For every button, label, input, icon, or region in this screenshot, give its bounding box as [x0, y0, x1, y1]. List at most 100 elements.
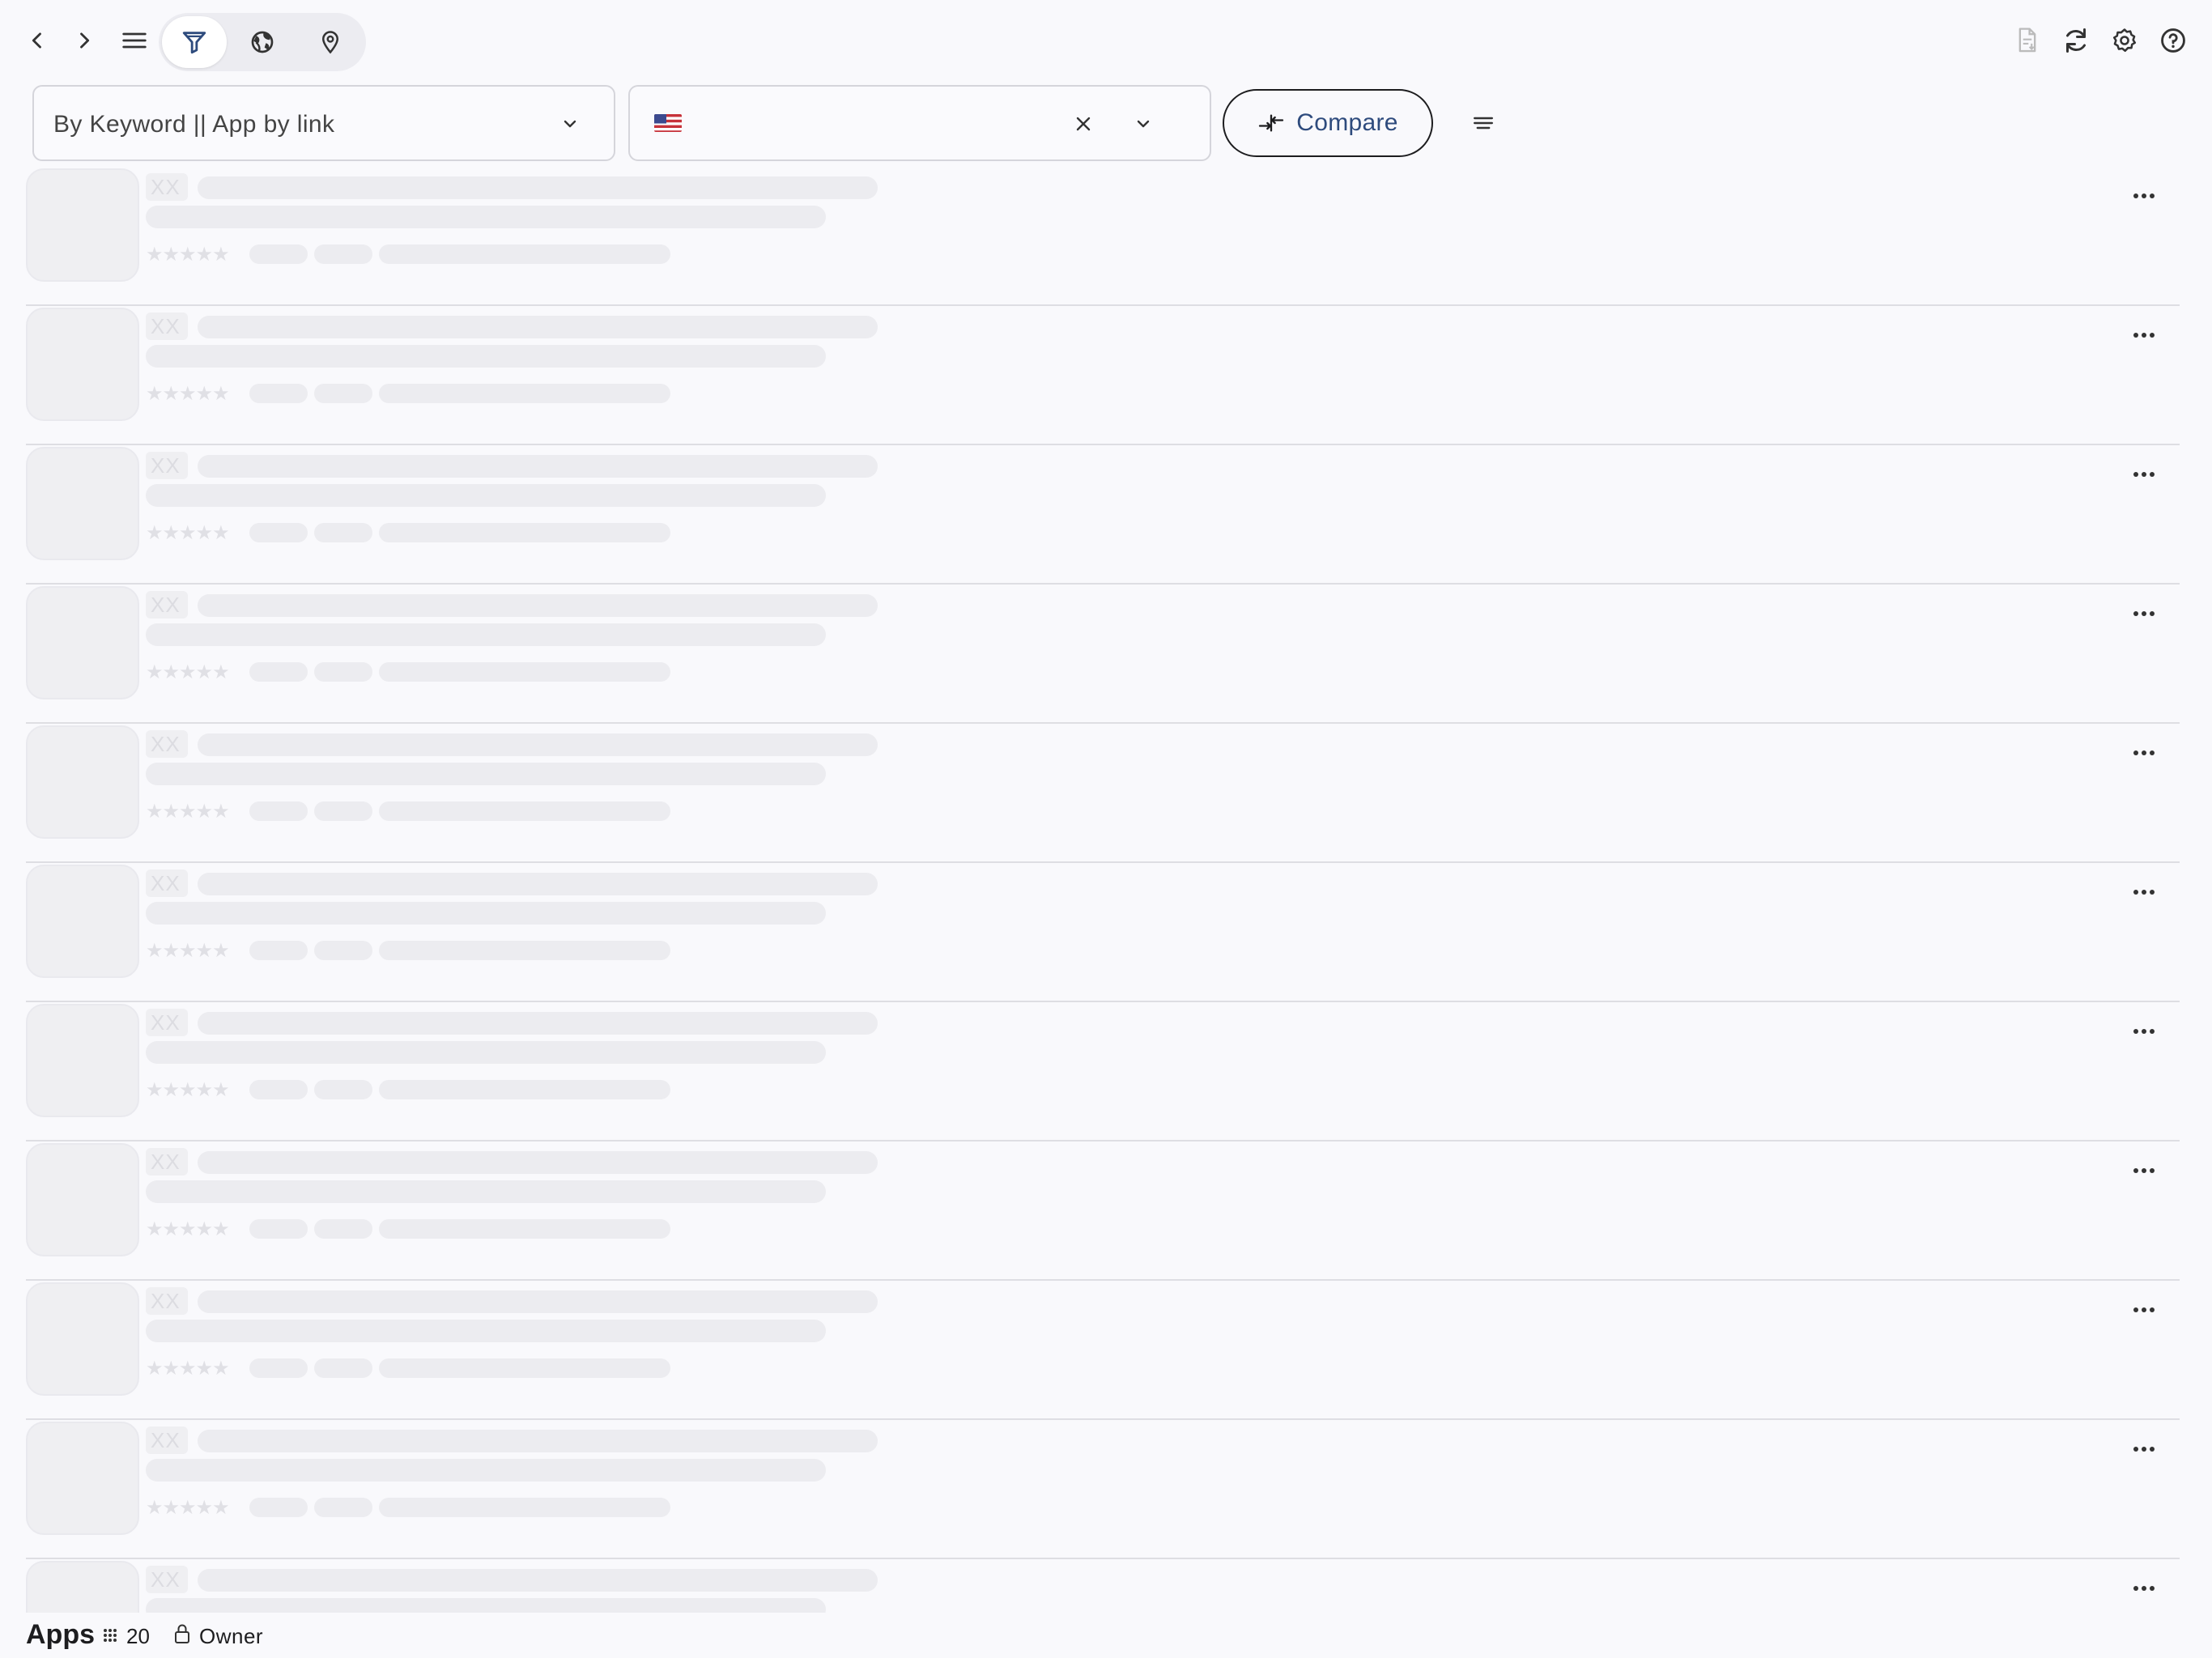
more-options-button[interactable]: [2121, 597, 2167, 630]
menu-button[interactable]: [110, 16, 159, 65]
more-options-button[interactable]: [2121, 1433, 2167, 1465]
more-options-button[interactable]: [2121, 876, 2167, 908]
app-icon-placeholder: [26, 1282, 139, 1396]
country-select[interactable]: [628, 85, 1211, 161]
search-mode-dropdown[interactable]: By Keyword || App by link: [32, 85, 615, 161]
app-icon-placeholder: [26, 308, 139, 421]
meta-placeholder: [249, 1080, 308, 1099]
rating-stars-placeholder: ★★★★★: [146, 801, 230, 823]
refresh-icon: [2066, 28, 2086, 53]
more-options-button[interactable]: [2121, 1294, 2167, 1326]
globe-icon: [251, 31, 274, 53]
list-item[interactable]: XX ★★★★★: [0, 1559, 2212, 1613]
app-title-placeholder: [198, 1569, 878, 1592]
list-item[interactable]: XX ★★★★★: [0, 445, 2212, 585]
more-horizontal-icon: [2133, 750, 2155, 755]
rating-stars-placeholder: ★★★★★: [146, 940, 230, 962]
meta-placeholder: [314, 1219, 372, 1239]
rank-placeholder-text: XX: [151, 175, 181, 199]
app-icon-placeholder: [26, 1004, 139, 1117]
app-title-placeholder: [198, 1430, 878, 1452]
top-toolbar: [0, 0, 2212, 81]
more-horizontal-icon: [2133, 1029, 2155, 1034]
forward-button[interactable]: [60, 16, 108, 65]
chevron-down-icon: [555, 109, 585, 138]
meta-placeholder: [379, 941, 670, 960]
app-title-placeholder: [198, 176, 878, 199]
meta-placeholder: [379, 384, 670, 403]
more-options-button[interactable]: [2121, 1154, 2167, 1187]
rating-stars-placeholder: ★★★★★: [146, 383, 230, 405]
us-flag-icon: [654, 114, 682, 132]
clear-country-button[interactable]: [1066, 106, 1101, 142]
search-mode-label: By Keyword || App by link: [53, 111, 335, 138]
rating-stars-placeholder: ★★★★★: [146, 244, 230, 266]
rank-placeholder-text: XX: [151, 1567, 181, 1592]
more-options-button[interactable]: [2121, 1572, 2167, 1605]
app-icon-placeholder: [26, 1422, 139, 1535]
more-options-button[interactable]: [2121, 458, 2167, 491]
more-options-button[interactable]: [2121, 180, 2167, 212]
chevron-down-icon[interactable]: [1129, 109, 1158, 138]
meta-placeholder: [249, 662, 308, 682]
app-subtitle-placeholder: [146, 763, 826, 785]
more-options-button[interactable]: [2121, 319, 2167, 351]
filter-icon: [182, 32, 206, 54]
app-subtitle-placeholder: [146, 623, 826, 646]
view-mode-switcher: [159, 13, 366, 71]
list-item[interactable]: XX ★★★★★: [0, 306, 2212, 445]
more-horizontal-icon: [2133, 890, 2155, 895]
rank-placeholder-text: XX: [151, 1289, 181, 1313]
app-title-placeholder: [198, 1151, 878, 1174]
list-item[interactable]: XX ★★★★★: [0, 1281, 2212, 1420]
globe-mode-tab[interactable]: [230, 16, 295, 68]
chevron-right-icon: [80, 32, 90, 49]
app-title-placeholder: [198, 733, 878, 756]
app-title-placeholder: [198, 316, 878, 338]
list-item[interactable]: XX ★★★★★: [0, 585, 2212, 724]
meta-placeholder: [379, 1219, 670, 1239]
grid-icon: [104, 1629, 117, 1642]
chevron-left-icon: [32, 32, 41, 49]
list-item[interactable]: XX ★★★★★: [0, 863, 2212, 1002]
refresh-button[interactable]: [2053, 18, 2099, 63]
export-button[interactable]: [2005, 18, 2050, 63]
sort-button[interactable]: [1464, 105, 1503, 141]
meta-placeholder: [379, 662, 670, 682]
document-export-icon: [2018, 28, 2036, 53]
compare-arrows-icon: [1259, 114, 1284, 132]
app-title-placeholder: [198, 1012, 878, 1035]
list-item[interactable]: XX ★★★★★: [0, 1420, 2212, 1559]
meta-placeholder: [314, 662, 372, 682]
meta-placeholder: [314, 384, 372, 403]
list-item[interactable]: XX ★★★★★: [0, 1002, 2212, 1141]
rating-stars-placeholder: ★★★★★: [146, 1358, 230, 1380]
location-mode-tab[interactable]: [298, 16, 363, 68]
compare-button[interactable]: Compare: [1223, 89, 1433, 157]
more-options-button[interactable]: [2121, 737, 2167, 769]
more-horizontal-icon: [2133, 1447, 2155, 1452]
more-horizontal-icon: [2133, 1586, 2155, 1591]
app-icon-placeholder: [26, 447, 139, 560]
list-item[interactable]: XX ★★★★★: [0, 167, 2212, 306]
list-item[interactable]: XX ★★★★★: [0, 724, 2212, 863]
app-title-placeholder: [198, 455, 878, 478]
more-options-button[interactable]: [2121, 1015, 2167, 1048]
back-button[interactable]: [13, 16, 62, 65]
list-item[interactable]: XX ★★★★★: [0, 1141, 2212, 1281]
app-subtitle-placeholder: [146, 1180, 826, 1203]
footer-bar: Apps 20 Owner: [0, 1613, 2212, 1658]
meta-placeholder: [249, 941, 308, 960]
meta-placeholder: [379, 523, 670, 542]
app-icon-placeholder: [26, 725, 139, 839]
settings-button[interactable]: [2102, 18, 2147, 63]
filter-mode-tab[interactable]: [162, 16, 227, 68]
app-subtitle-placeholder: [146, 206, 826, 228]
app-title-placeholder: [198, 1290, 878, 1313]
gear-icon: [2112, 28, 2137, 53]
app-count: 20: [126, 1624, 150, 1648]
help-button[interactable]: [2150, 18, 2196, 63]
meta-placeholder: [249, 1219, 308, 1239]
app-icon-placeholder: [26, 1143, 139, 1256]
menu-icon: [122, 32, 147, 49]
